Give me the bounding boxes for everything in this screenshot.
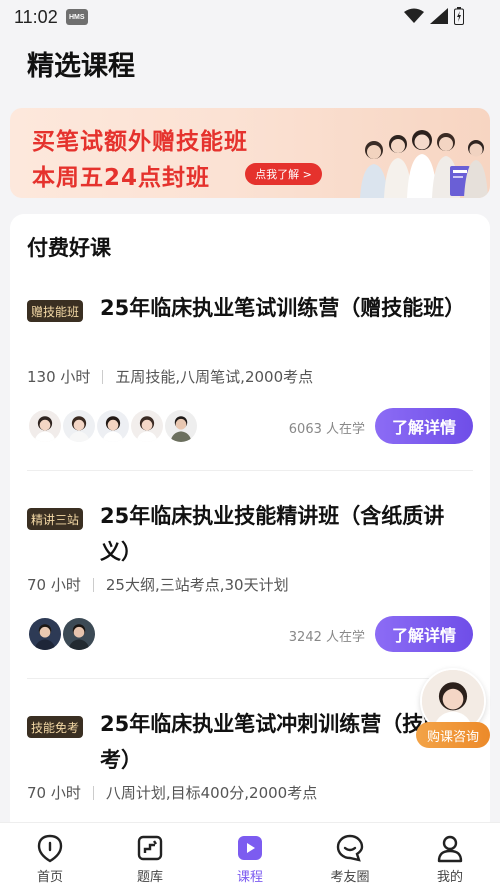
question-bank-icon	[137, 835, 163, 861]
banner-cta-button[interactable]: 点我了解 >	[245, 163, 322, 185]
course-details-button[interactable]: 了解详情	[375, 408, 473, 444]
promo-banner[interactable]: 买笔试额外赠技能班 本周五24点封班 点我了解 >	[10, 108, 490, 198]
tab-label: 考友圈	[330, 870, 370, 885]
course-item[interactable]: 技能免考 25年临床执业笔试冲刺训练营（技能免考） 70 小时 八周计划,目标4…	[27, 706, 473, 806]
learner-count: 6063 人在学	[288, 422, 365, 437]
course-meta: 130 小时 五周技能,八周笔试,2000考点	[27, 366, 313, 387]
bottom-tab-bar: 首页 题库 课程 考友圈 我的	[0, 822, 500, 889]
course-description: 25大纲,三站考点,30天计划	[105, 576, 289, 594]
tab-question-bank[interactable]: 题库	[100, 823, 200, 889]
avatar	[61, 408, 97, 444]
course-title: 25年临床执业技能精讲班（含纸质讲义）	[100, 504, 445, 564]
avatar	[27, 616, 63, 652]
tab-label: 题库	[136, 870, 163, 885]
learner-count: 3242 人在学	[288, 630, 365, 645]
cellular-signal-icon	[430, 8, 448, 24]
avatar	[163, 408, 199, 444]
avatar	[61, 616, 97, 652]
course-tag: 赠技能班	[27, 300, 84, 322]
divider	[27, 470, 473, 471]
course-meta: 70 小时 八周计划,目标400分,2000考点	[27, 782, 317, 803]
home-icon	[37, 834, 63, 863]
meta-divider	[102, 369, 104, 384]
course-title: 25年临床执业笔试训练营（赠技能班）	[100, 296, 466, 320]
course-description: 八周计划,目标400分,2000考点	[105, 784, 318, 802]
course-meta: 70 小时 25大纲,三站考点,30天计划	[27, 574, 289, 595]
wifi-icon	[404, 8, 424, 23]
course-hours: 70 小时	[27, 784, 81, 802]
chat-bubble-icon	[336, 834, 364, 862]
consult-label: 购课咨询	[416, 722, 490, 748]
section-title: 付费好课	[27, 236, 111, 260]
course-item[interactable]: 赠技能班 25年临床执业笔试训练营（赠技能班） 130 小时 五周技能,八周笔试…	[27, 290, 473, 450]
tab-label: 首页	[36, 870, 63, 885]
profile-icon	[437, 835, 463, 863]
course-description: 五周技能,八周笔试,2000考点	[115, 368, 314, 386]
course-tag: 技能免考	[27, 716, 84, 738]
avatar	[95, 408, 131, 444]
page-title: 精选课程	[27, 51, 135, 82]
avatar	[129, 408, 165, 444]
course-play-icon	[238, 836, 262, 860]
meta-divider	[92, 785, 94, 800]
tab-label: 课程	[236, 870, 263, 885]
banner-subheadline: 本周五24点封班	[32, 165, 211, 191]
course-details-button[interactable]: 了解详情	[375, 616, 473, 652]
tab-courses[interactable]: 课程	[200, 823, 300, 889]
tab-community[interactable]: 考友圈	[300, 823, 400, 889]
tab-home[interactable]: 首页	[0, 823, 100, 889]
course-hours: 130 小时	[27, 368, 91, 386]
banner-headline: 买笔试额外赠技能班	[32, 129, 248, 155]
status-bar: 11:02 HMS	[0, 0, 500, 34]
teachers-group-image	[360, 130, 488, 198]
status-icons	[404, 7, 464, 25]
tab-label: 我的	[436, 870, 463, 885]
hms-badge: HMS	[65, 9, 88, 25]
avatar	[27, 408, 63, 444]
divider	[27, 678, 473, 679]
course-hours: 70 小时	[27, 576, 81, 594]
status-time: 11:02	[14, 6, 58, 27]
teacher-avatars	[27, 408, 199, 444]
tab-profile[interactable]: 我的	[400, 823, 500, 889]
teacher-avatars	[27, 616, 97, 652]
course-item[interactable]: 精讲三站 25年临床执业技能精讲班（含纸质讲义） 70 小时 25大纲,三站考点…	[27, 498, 473, 658]
battery-icon	[454, 7, 464, 25]
course-title: 25年临床执业笔试冲刺训练营（技能免考）	[100, 712, 466, 772]
course-tag: 精讲三站	[27, 508, 84, 530]
meta-divider	[92, 577, 94, 592]
consult-floating-button[interactable]: 购课咨询	[416, 668, 492, 750]
